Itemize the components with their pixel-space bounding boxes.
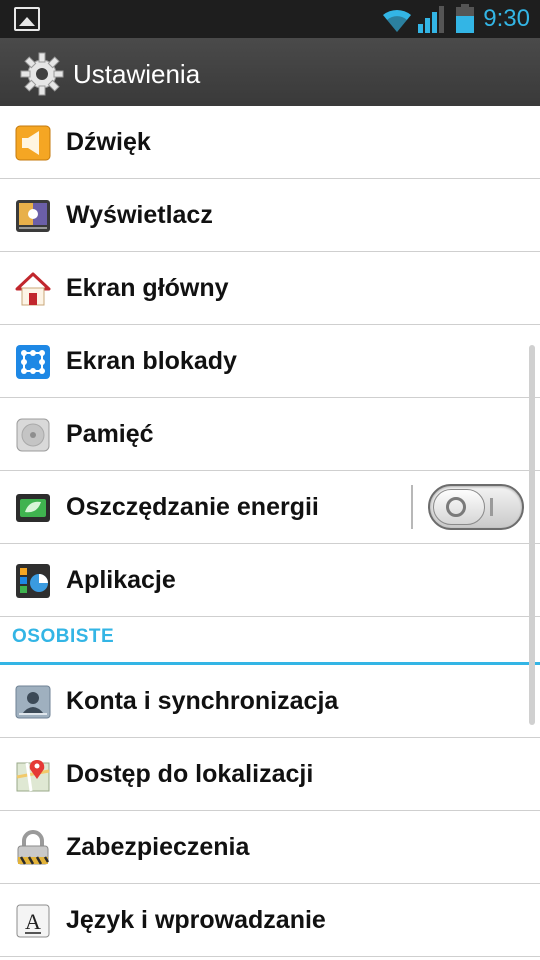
- speaker-icon: [15, 125, 51, 161]
- home-icon: [15, 272, 51, 306]
- signal-icon: [418, 6, 444, 33]
- gear-icon: [20, 52, 64, 96]
- power-saver-toggle[interactable]: [428, 484, 524, 530]
- vertical-divider: [411, 485, 413, 529]
- setting-label: Konta i synchronizacja: [66, 687, 339, 715]
- gallery-icon: [14, 7, 40, 31]
- setting-label: Oszczędzanie energii: [66, 493, 319, 521]
- setting-display[interactable]: Wyświetlacz: [0, 179, 540, 252]
- setting-label: Aplikacje: [66, 566, 176, 594]
- setting-lock-screen[interactable]: Ekran blokady: [0, 325, 540, 398]
- section-label: OSOBISTE: [12, 626, 115, 647]
- setting-sound[interactable]: Dźwięk: [0, 106, 540, 179]
- setting-label: Ekran blokady: [66, 347, 237, 375]
- action-bar: Ustawienia: [0, 38, 540, 110]
- setting-power-saver[interactable]: Oszczędzanie energii: [0, 471, 540, 544]
- setting-label: Język i wprowadzanie: [66, 906, 326, 934]
- toggle-off-mark: [446, 497, 466, 517]
- storage-icon: [16, 418, 50, 452]
- padlock-icon: [17, 830, 50, 865]
- apps-icon: [16, 564, 50, 598]
- page-title: Ustawienia: [73, 59, 201, 89]
- setting-label: Dźwięk: [66, 128, 151, 156]
- section-header-personal: OSOBISTE: [0, 617, 540, 665]
- svg-text:A: A: [25, 909, 41, 934]
- battery-icon: [456, 4, 474, 33]
- location-map-icon: [16, 760, 50, 792]
- battery-saver-icon: [16, 494, 50, 522]
- setting-storage[interactable]: Pamięć: [0, 398, 540, 471]
- setting-security[interactable]: Zabezpieczenia: [0, 811, 540, 884]
- wifi-icon: [383, 9, 411, 32]
- toggle-knob: [433, 489, 485, 525]
- scrollbar[interactable]: [529, 345, 535, 725]
- setting-language-input[interactable]: A Język i wprowadzanie: [0, 884, 540, 957]
- setting-location-access[interactable]: Dostęp do lokalizacji: [0, 738, 540, 811]
- setting-label: Dostęp do lokalizacji: [66, 760, 314, 788]
- setting-label: Wyświetlacz: [66, 201, 213, 229]
- setting-label: Pamięć: [66, 420, 154, 448]
- setting-label: Ekran główny: [66, 274, 229, 302]
- status-bar: 9:30: [0, 0, 540, 38]
- language-icon: A: [16, 904, 50, 938]
- account-icon: [15, 685, 51, 719]
- status-time: 9:30: [483, 5, 530, 32]
- settings-list: Dźwięk Wyświetlacz Ekran główny Ekran bl…: [0, 106, 540, 957]
- lock-pattern-icon: [16, 345, 50, 379]
- display-icon: [16, 200, 50, 232]
- setting-accounts-sync[interactable]: Konta i synchronizacja: [0, 665, 540, 738]
- setting-home-screen[interactable]: Ekran główny: [0, 252, 540, 325]
- setting-apps[interactable]: Aplikacje: [0, 544, 540, 617]
- setting-label: Zabezpieczenia: [66, 833, 250, 861]
- toggle-on-mark: [490, 498, 493, 516]
